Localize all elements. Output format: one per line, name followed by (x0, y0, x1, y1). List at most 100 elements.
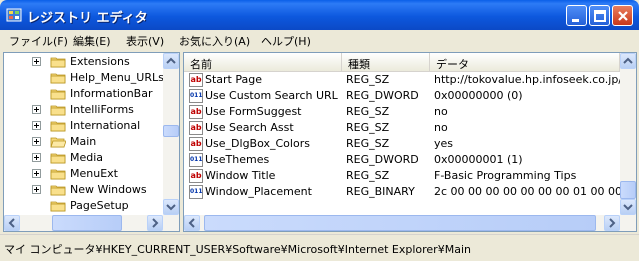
tree-item-label: International (70, 119, 141, 132)
tree-item[interactable]: IntelliForms (4, 102, 162, 118)
list-scroll-thumb[interactable] (620, 181, 636, 199)
value-name: Use Custom Search URL (205, 89, 338, 102)
value-data: 0x00000000 (0) (434, 89, 523, 102)
tree-item-label: IntelliForms (70, 103, 134, 116)
value-data: no (434, 105, 448, 118)
value-name: UseThemes (205, 153, 270, 166)
expand-icon[interactable] (32, 105, 41, 114)
list-hscroll-thumb[interactable] (204, 215, 596, 231)
value-row[interactable]: ab Use_DlgBox_Colors REG_SZ yes (184, 136, 620, 152)
tree-item[interactable]: Help_Menu_URLs (4, 70, 164, 86)
value-row[interactable]: 011 Use Custom Search URL REG_DWORD 0x00000… (184, 88, 620, 104)
folder-icon (50, 89, 66, 100)
value-row[interactable]: ab Window Title REG_SZ F-Basic Programming … (184, 168, 620, 184)
tree-horizontal-scrollbar[interactable] (4, 215, 179, 231)
expand-icon[interactable] (32, 153, 41, 162)
value-row[interactable]: 011 Window_Placement REG_BINARY 2c 00 00 00… (184, 184, 620, 200)
tree-hscroll-thumb[interactable] (52, 215, 122, 231)
value-data: 2c 00 00 00 00 00 00 00 01 00 00 0 (434, 185, 620, 198)
tree-scroll-up-button[interactable] (163, 53, 179, 69)
folder-icon (50, 201, 66, 212)
tree-item-label: Media (70, 151, 104, 164)
value-type: REG_BINARY (346, 185, 415, 198)
tree-item[interactable]: MenuExt (4, 166, 162, 182)
status-path: マイ コンピュータ¥HKEY_CURRENT_USER¥Software¥Mic… (4, 243, 471, 256)
close-icon (618, 11, 628, 21)
expand-icon[interactable] (32, 121, 41, 130)
column-name-label: 名前 (190, 58, 212, 71)
value-data: 0x00000001 (1) (434, 153, 523, 166)
value-name: Use_DlgBox_Colors (205, 137, 310, 150)
column-header-data[interactable]: データ (430, 53, 620, 71)
folder-icon (50, 121, 66, 132)
value-row[interactable]: ab Use FormSuggest REG_SZ no (184, 104, 620, 120)
column-header-name[interactable]: 名前 (184, 53, 342, 71)
list-horizontal-scrollbar[interactable] (184, 215, 636, 231)
folder-icon (50, 73, 66, 84)
maximize-icon (594, 10, 606, 22)
tree-item[interactable]: Main (4, 134, 162, 150)
value-name: Use Search Asst (205, 121, 294, 134)
tree-item-label: Main (70, 135, 97, 148)
expand-icon[interactable] (32, 137, 41, 146)
tree-item[interactable]: Extensions (4, 54, 162, 70)
value-name: Start Page (205, 73, 262, 86)
menu-edit[interactable]: 編集(E) (73, 33, 111, 49)
tree-scroll-down-button[interactable] (163, 199, 179, 215)
value-name: Window Title (205, 169, 276, 182)
tree-scroll-right-button[interactable] (147, 215, 163, 231)
tree-item-label: Extensions (70, 55, 130, 68)
tree-item[interactable]: Media (4, 150, 162, 166)
registry-editor-icon (6, 8, 22, 22)
value-data: no (434, 121, 448, 134)
column-type-label: 種類 (348, 58, 370, 71)
value-name: Window_Placement (205, 185, 312, 198)
tree-vertical-scrollbar[interactable] (163, 53, 179, 215)
folder-icon (50, 153, 66, 164)
title-bar[interactable]: レジストリ エディタ (0, 0, 639, 30)
binary-value-icon: 011 (189, 89, 203, 103)
string-value-icon: ab (189, 73, 203, 87)
list-scroll-up-button[interactable] (620, 53, 636, 69)
tree-item-label: MenuExt (70, 167, 118, 180)
arrow-right-icon (609, 218, 616, 228)
menu-help[interactable]: ヘルプ(H) (261, 33, 311, 49)
arrow-left-icon (8, 218, 15, 228)
folder-icon (50, 185, 66, 196)
value-name: Use FormSuggest (205, 105, 302, 118)
list-scroll-left-button[interactable] (184, 215, 200, 231)
minimize-icon (572, 19, 579, 22)
expand-icon[interactable] (32, 57, 41, 66)
folder-icon (50, 105, 66, 116)
menu-view[interactable]: 表示(V) (126, 33, 164, 49)
tree-item[interactable]: InformationBar (4, 86, 162, 102)
binary-value-icon: 011 (189, 185, 203, 199)
tree-item[interactable]: International (4, 118, 162, 134)
value-row[interactable]: ab Use Search Asst REG_SZ no (184, 120, 620, 136)
string-value-icon: ab (189, 169, 203, 183)
menu-file[interactable]: ファイル(F) (9, 33, 68, 49)
maximize-button[interactable] (589, 5, 610, 26)
value-row[interactable]: ab Start Page REG_SZ http://tokovalue.hp.in… (184, 72, 620, 88)
value-list-pane[interactable]: 名前 種類 データ ab Start Page REG_SZ http://tokov… (183, 52, 637, 232)
list-scroll-down-button[interactable] (620, 199, 636, 215)
value-row[interactable]: 011 UseThemes REG_DWORD 0x00000001 (1) (184, 152, 620, 168)
arrow-left-icon (188, 218, 195, 228)
tree-scroll-left-button[interactable] (4, 215, 20, 231)
expand-icon[interactable] (32, 169, 41, 178)
key-tree-pane[interactable]: Extensions Help_Menu_URLs InformationBar In… (3, 52, 180, 232)
list-scroll-right-button[interactable] (604, 215, 620, 231)
arrow-down-icon (623, 204, 633, 211)
menu-favorites[interactable]: お気に入り(A) (179, 33, 250, 49)
tree-item-label: PageSetup (70, 199, 129, 212)
minimize-button[interactable] (566, 5, 587, 26)
menu-bar: ファイル(F) 編集(E) 表示(V) お気に入り(A) ヘルプ(H) (0, 30, 639, 50)
column-header-type[interactable]: 種類 (342, 53, 430, 71)
tree-scroll-thumb[interactable] (163, 125, 179, 137)
tree-item[interactable]: PageSetup (4, 198, 162, 214)
tree-item[interactable]: New Windows (4, 182, 162, 198)
list-vertical-scrollbar[interactable] (620, 53, 636, 215)
close-button[interactable] (612, 5, 633, 26)
expand-icon[interactable] (32, 185, 41, 194)
column-data-label: データ (436, 58, 469, 71)
